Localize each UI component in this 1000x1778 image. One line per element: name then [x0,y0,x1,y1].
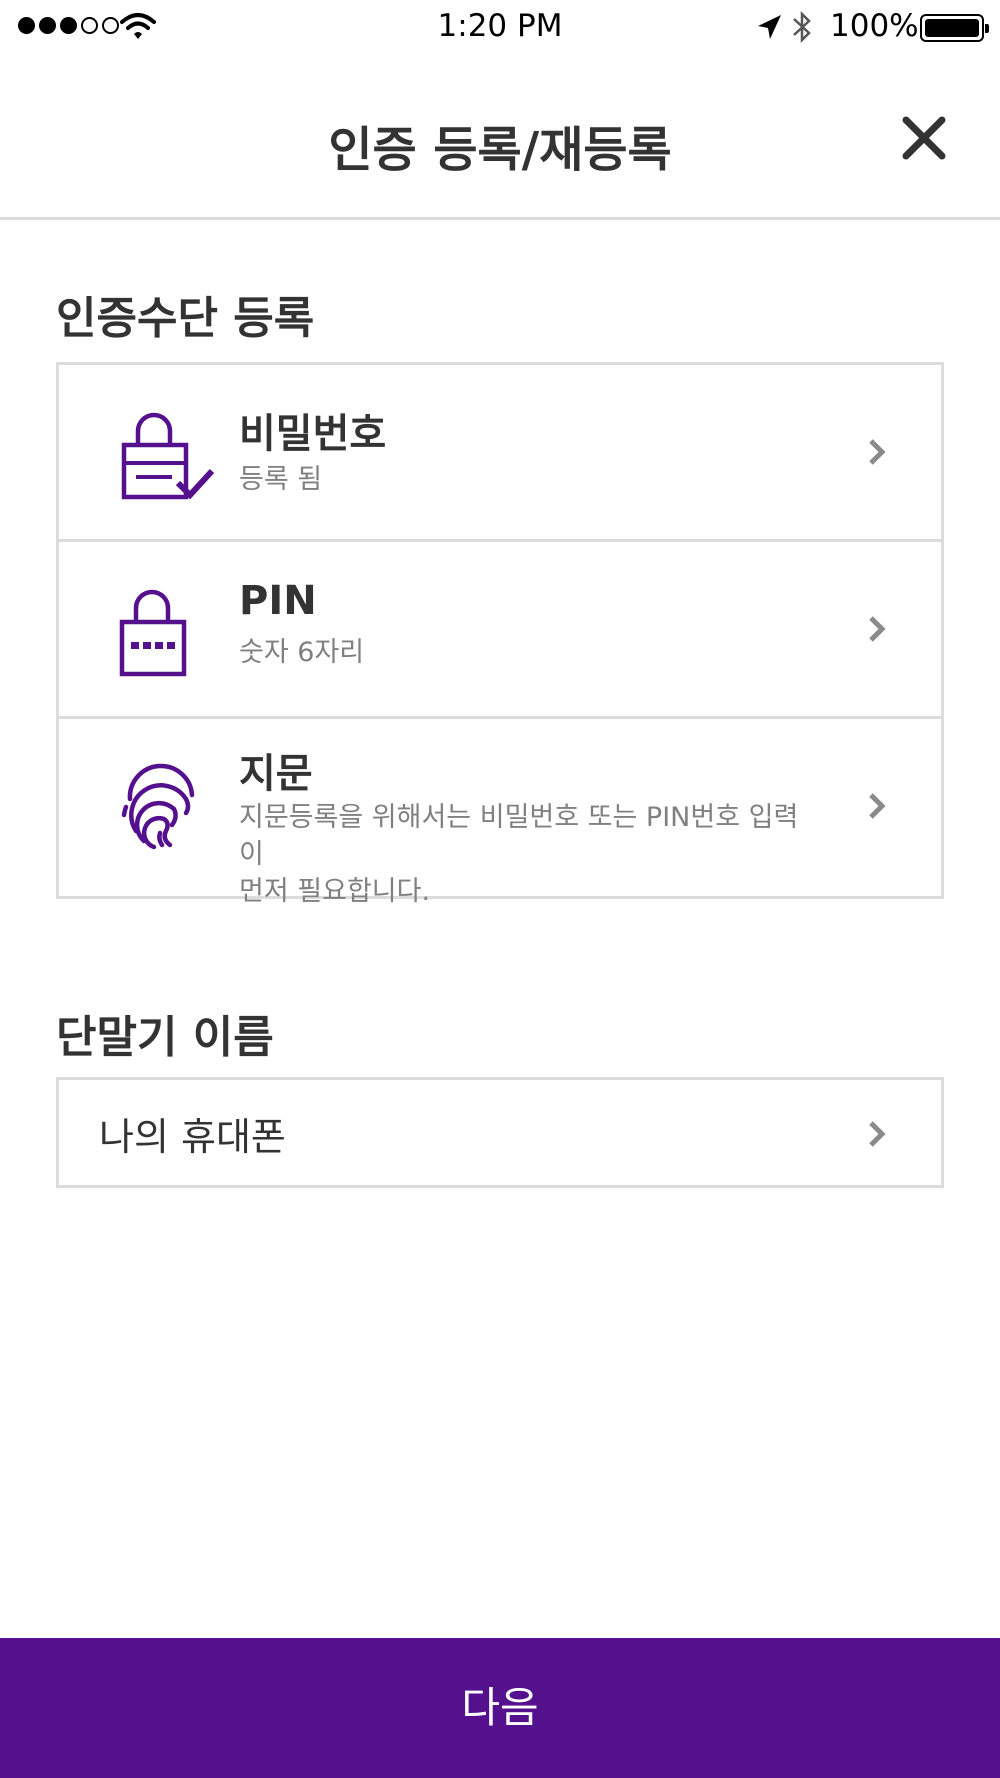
method-name: 비밀번호 [239,411,387,457]
device-section-title: 단말기 이름 [56,1012,274,1063]
location-arrow-icon [758,15,781,39]
next-button[interactable]: 다음 [0,1638,1000,1778]
battery-percentage: 100% [830,8,919,44]
lock-check-icon [121,412,215,500]
auth-section-title: 인증수단 등록 [56,293,315,344]
method-desc-line: 지문등록을 위해서는 비밀번호 또는 PIN번호 입력이 [239,802,799,870]
header: 인증 등록/재등록 [0,56,1000,220]
chevron-right-icon [869,793,886,819]
chevron-right-icon [869,439,886,465]
device-name-field[interactable]: 나의 휴대폰 [56,1077,944,1188]
chevron-right-icon [869,1121,886,1147]
method-desc-line: 먼저 필요합니다. [239,876,431,907]
auth-method-list: 비밀번호 등록 됨 PIN 숫자 6자리 지문 지문등록을 위해서는 비밀번호 … [56,362,944,907]
auth-registration-screen: 1:20 PM 100% 인증 등록/재등록 인증수단 등록 비밀번호 등록 됨… [0,0,1000,1778]
method-desc: 지문등록을 위해서는 비밀번호 또는 PIN번호 입력이 먼저 필요합니다. [239,799,819,910]
device-name-value: 나의 휴대폰 [99,1115,286,1159]
method-name: 지문 [239,751,313,797]
battery-icon [920,14,989,42]
bluetooth-icon [793,10,811,44]
method-desc: 숫자 6자리 [239,637,365,668]
fingerprint-icon [121,763,195,850]
auth-method-pin[interactable]: PIN 숫자 6자리 [59,542,941,719]
chevron-right-icon [869,616,886,642]
method-desc: 등록 됨 [239,464,323,495]
close-icon[interactable] [896,110,952,166]
method-name: PIN [239,578,317,624]
auth-method-fingerprint[interactable]: 지문 지문등록을 위해서는 비밀번호 또는 PIN번호 입력이 먼저 필요합니다… [59,719,941,907]
status-bar: 1:20 PM 100% [0,0,1000,56]
page-title: 인증 등록/재등록 [328,122,672,178]
lock-pin-icon [119,589,187,677]
auth-method-password[interactable]: 비밀번호 등록 됨 [59,365,941,542]
